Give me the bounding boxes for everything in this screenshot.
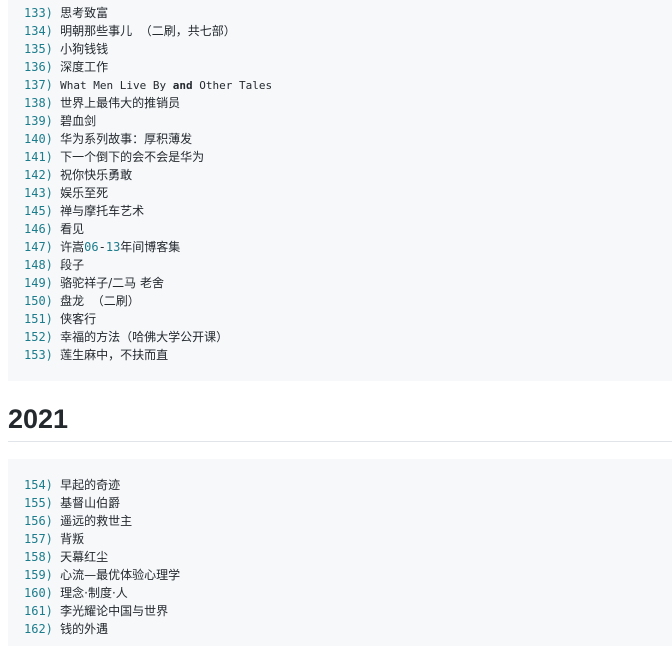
list-item: 139) 碧血剑 [24, 112, 672, 130]
list-item: 142) 祝你快乐勇敢 [24, 166, 672, 184]
list-item: 143) 娱乐至死 [24, 184, 672, 202]
list-item: 158) 天幕红尘 [24, 548, 672, 566]
book-title: 基督山伯爵 [60, 496, 121, 510]
item-number: 147) [24, 240, 53, 254]
list-item: 153) 莲生麻中，不扶而直 [24, 346, 672, 364]
book-title: 禅与摩托车艺术 [60, 204, 145, 218]
book-title: 幸福的方法（哈佛大学公开课） [60, 330, 229, 344]
number-literal: 06 [84, 240, 99, 254]
heading-divider [8, 441, 672, 442]
item-number: 146) [24, 222, 53, 236]
book-title: 盘龙 （二刷） [60, 294, 140, 308]
list-item: 149) 骆驼祥子/二马 老舍 [24, 274, 672, 292]
book-title: 华为系列故事：厚积薄发 [60, 132, 193, 146]
item-number: 155) [24, 496, 53, 510]
list-item: 160) 理念·制度·人 [24, 584, 672, 602]
list-item: 147) 许嵩06-13年间博客集 [24, 238, 672, 256]
book-title: 世界上最伟大的推销员 [60, 96, 181, 110]
item-number: 157) [24, 532, 53, 546]
list-item: 157) 背叛 [24, 530, 672, 548]
book-title: 看见 [60, 222, 85, 236]
list-item: 137) What Men Live By and Other Tales [24, 76, 672, 94]
item-number: 160) [24, 586, 53, 600]
list-item: 159) 心流—最优体验心理学 [24, 566, 672, 584]
item-number: 133) [24, 6, 53, 20]
list-item: 162) 钱的外遇 [24, 620, 672, 638]
list-item: 146) 看见 [24, 220, 672, 238]
book-title-part: What Men Live By [60, 79, 173, 92]
year-heading: 2021 [8, 404, 69, 434]
item-number: 159) [24, 568, 53, 582]
item-number: 156) [24, 514, 53, 528]
list-item: 156) 遥远的救世主 [24, 512, 672, 530]
item-number: 140) [24, 132, 53, 146]
item-number: 153) [24, 348, 53, 362]
book-title: 心流—最优体验心理学 [60, 568, 181, 582]
book-title: 骆驼祥子/二马 老舍 [60, 276, 164, 290]
item-number: 137) [24, 78, 53, 92]
item-number: 148) [24, 258, 53, 272]
book-title: 下一个倒下的会不会是华为 [60, 150, 205, 164]
book-title: 侠客行 [60, 312, 97, 326]
book-title: 天幕红尘 [60, 550, 109, 564]
list-item: 141) 下一个倒下的会不会是华为 [24, 148, 672, 166]
list-item: 134) 明朝那些事儿 （二刷，共七部） [24, 22, 672, 40]
item-number: 141) [24, 150, 53, 164]
keyword-and: and [172, 79, 193, 92]
hyphen: - [98, 240, 106, 254]
list-item: 140) 华为系列故事：厚积薄发 [24, 130, 672, 148]
book-title: 明朝那些事儿 （二刷，共七部） [60, 24, 236, 38]
list-item: 151) 侠客行 [24, 310, 672, 328]
book-title: 思考致富 [60, 6, 109, 20]
book-title-part: 年间博客集 [120, 240, 181, 254]
item-number: 135) [24, 42, 53, 56]
list-item: 138) 世界上最伟大的推销员 [24, 94, 672, 112]
book-title: 李光耀论中国与世界 [60, 604, 169, 618]
number-literal: 13 [105, 240, 121, 254]
list-item: 135) 小狗钱钱 [24, 40, 672, 58]
item-number: 162) [24, 622, 53, 636]
item-number: 150) [24, 294, 53, 308]
book-title: 娱乐至死 [60, 186, 109, 200]
book-title: 钱的外遇 [60, 622, 109, 636]
book-title: 早起的奇迹 [60, 478, 121, 492]
book-title-part: 许嵩 [60, 240, 85, 254]
item-number: 151) [24, 312, 53, 326]
list-item: 150) 盘龙 （二刷） [24, 292, 672, 310]
item-number: 158) [24, 550, 53, 564]
list-item: 154) 早起的奇迹 [24, 476, 672, 494]
list-item: 161) 李光耀论中国与世界 [24, 602, 672, 620]
book-title: 深度工作 [60, 60, 109, 74]
book-title: 莲生麻中，不扶而直 [60, 348, 169, 362]
item-number: 138) [24, 96, 53, 110]
item-number: 139) [24, 114, 53, 128]
list-item: 136) 深度工作 [24, 58, 672, 76]
item-number: 143) [24, 186, 53, 200]
item-number: 149) [24, 276, 53, 290]
code-block-2021: 154) 早起的奇迹 155) 基督山伯爵 156) 遥远的救世主 157) 背… [8, 459, 672, 646]
list-item: 155) 基督山伯爵 [24, 494, 672, 512]
item-number: 154) [24, 478, 53, 492]
item-number: 145) [24, 204, 53, 218]
list-item: 152) 幸福的方法（哈佛大学公开课） [24, 328, 672, 346]
item-number: 152) [24, 330, 53, 344]
book-title: 段子 [60, 258, 85, 272]
list-item: 133) 思考致富 [24, 4, 672, 22]
item-number: 136) [24, 60, 53, 74]
book-title: 理念·制度·人 [60, 586, 128, 600]
book-title: 背叛 [60, 532, 85, 546]
book-title: 遥远的救世主 [60, 514, 133, 528]
book-title: 碧血剑 [60, 114, 97, 128]
item-number: 161) [24, 604, 53, 618]
list-item: 145) 禅与摩托车艺术 [24, 202, 672, 220]
list-item: 148) 段子 [24, 256, 672, 274]
book-title: 小狗钱钱 [60, 42, 109, 56]
book-title: 祝你快乐勇敢 [60, 168, 133, 182]
book-title-part: Other Tales [192, 79, 273, 92]
item-number: 142) [24, 168, 53, 182]
code-block-2020: 133) 思考致富 134) 明朝那些事儿 （二刷，共七部） 135) 小狗钱钱… [8, 0, 672, 381]
item-number: 134) [24, 24, 53, 38]
